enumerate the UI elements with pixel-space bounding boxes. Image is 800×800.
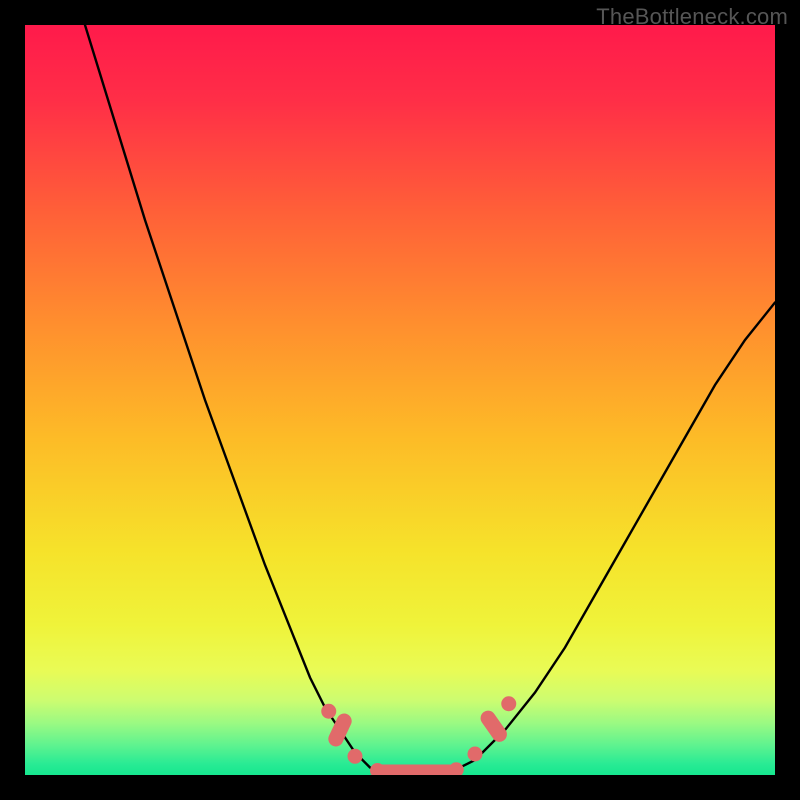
left-upper-dot <box>322 704 336 718</box>
gradient-background <box>25 25 775 775</box>
valley-pill <box>374 765 457 775</box>
right-upper-dot <box>502 697 516 711</box>
valley-right-dot <box>449 763 463 775</box>
chart-frame: TheBottleneck.com <box>0 0 800 800</box>
watermark-text: TheBottleneck.com <box>596 4 788 30</box>
bottleneck-chart <box>25 25 775 775</box>
left-lower-dot <box>348 749 362 763</box>
right-lower-dot <box>468 747 482 761</box>
